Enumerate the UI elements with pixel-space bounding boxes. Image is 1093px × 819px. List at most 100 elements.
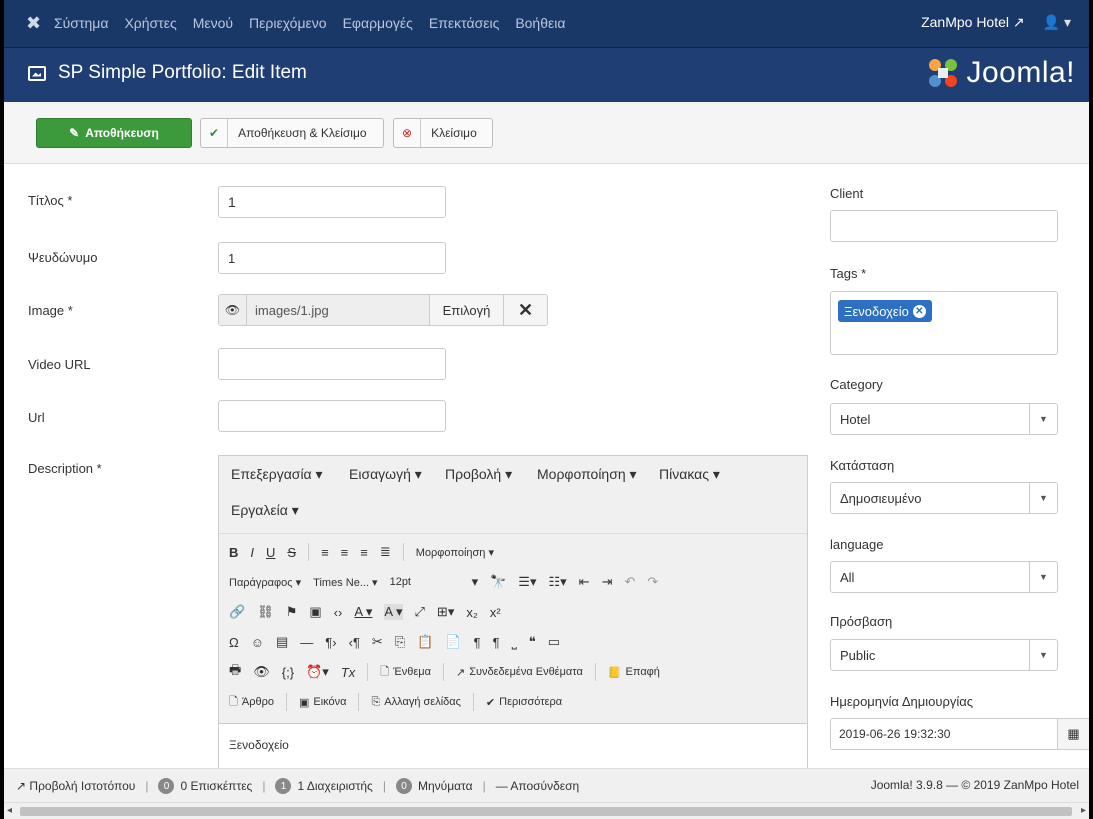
visitors-label[interactable]: 0 Επισκέπτες [180,779,252,793]
scroll-left-icon[interactable]: ◂ [7,805,12,816]
font-dropdown[interactable]: Times Ne... ▾ [313,576,377,589]
background-color-icon[interactable]: A ▾ [384,604,403,620]
module-button[interactable]: 🗋 Ένθεμα [380,663,431,682]
image-button[interactable]: ▣ Εικόνα [299,696,347,709]
align-right-icon[interactable]: ≡ [360,545,368,560]
tag-chip[interactable]: Ξενοδοχείο ✕ [838,300,932,322]
linked-items-button[interactable]: ↗ Συνδεδεμένα Ενθέματα [456,666,583,679]
numbered-list-icon[interactable]: ☷▾ [548,574,566,590]
template-icon[interactable]: ▭ [548,634,560,650]
messages-label[interactable]: Μηνύματα [418,779,473,793]
paste-text-icon[interactable]: 📄 [445,634,461,650]
align-justify-icon[interactable]: ≣ [380,544,391,560]
bullet-list-icon[interactable]: ☰▾ [518,574,536,590]
clear-icon[interactable]: ✕ [503,295,547,325]
redo-icon[interactable]: ↷ [647,574,658,590]
alias-input[interactable]: 1 [218,242,446,274]
insert-image-icon[interactable]: ▣ [309,604,321,620]
size-caret-icon[interactable]: ▾ [472,574,479,590]
category-select[interactable]: Hotel ▼ [830,403,1058,435]
ltr-icon[interactable]: ¶› [325,635,336,650]
user-icon[interactable]: 👤 ▾ [1043,14,1071,31]
superscript-icon[interactable]: x² [490,605,501,620]
fullscreen-icon[interactable]: ⤢ [415,604,425,620]
logout-link[interactable]: — Αποσύνδεση [496,779,580,793]
indent-icon[interactable]: ⇥ [602,574,613,590]
language-select[interactable]: All ▼ [830,561,1058,593]
menu-content[interactable]: Περιεχόμενο [249,15,327,31]
editor-menu-edit[interactable]: Επεξεργασία ▾ [231,466,323,483]
save-close-button[interactable]: ✔ Αποθήκευση & Κλείσιμο [200,118,384,148]
unlink-icon[interactable]: ⛓ [257,604,274,620]
text-color-icon[interactable]: A ▾ [354,604,372,620]
readmore-button[interactable]: ✔ Περισσότερα [486,696,562,709]
paste-icon[interactable]: 📋 [417,634,433,650]
menu-users[interactable]: Χρήστες [124,15,176,31]
preview-icon[interactable]: 👁 [253,664,270,680]
image-select-button[interactable]: Επιλογή [429,295,503,325]
find-replace-icon[interactable]: 🔭 [490,574,506,590]
media-icon[interactable]: ▤ [276,634,288,650]
menu-menus[interactable]: Μενού [193,15,233,31]
clear-format-icon[interactable]: Tx [341,665,355,680]
video-url-input[interactable] [218,348,446,380]
editor-menu-tools[interactable]: Εργαλεία ▾ [231,502,299,519]
visual-blocks-icon[interactable]: ¶ [493,635,500,650]
code-icon[interactable]: ‹› [334,605,343,620]
paragraph-dropdown[interactable]: Παράγραφος ▾ [229,576,301,589]
menu-system[interactable]: Σύστημα [54,15,108,31]
save-button[interactable]: ✎ Αποθήκευση [36,118,192,148]
editor-menu-format[interactable]: Μορφοποίηση ▾ [537,466,637,483]
italic-icon[interactable]: I [250,545,254,560]
bold-icon[interactable]: B [229,545,238,560]
horizontal-rule-icon[interactable]: — [300,635,313,650]
table-icon[interactable]: ⊞▾ [437,604,454,620]
copy-icon[interactable]: ⎘ [395,634,405,650]
preview-eye-icon[interactable]: 👁 [219,295,247,325]
title-input[interactable]: 1 [218,186,446,218]
emoticons-icon[interactable]: ☺ [251,635,264,650]
print-icon[interactable]: 🖶 [229,661,241,683]
rtl-icon[interactable]: ‹¶ [349,635,360,650]
pagebreak-button[interactable]: ⎘ Αλλαγή σελίδας [371,696,460,709]
anchor-icon[interactable]: ⚑ [286,604,298,620]
client-input[interactable] [830,210,1058,242]
outdent-icon[interactable]: ⇤ [579,574,590,590]
link-icon[interactable]: 🔗 [229,604,245,620]
admins-label[interactable]: 1 Διαχειριστής [297,779,372,793]
nonbreaking-icon[interactable]: ⎵ [512,634,517,650]
editor-menu-insert[interactable]: Εισαγωγή ▾ [349,466,422,483]
special-char-icon[interactable]: Ω [229,635,239,650]
remove-tag-icon[interactable]: ✕ [912,304,926,318]
undo-icon[interactable]: ↶ [624,574,635,590]
calendar-icon[interactable]: ▦ [1058,718,1089,750]
joomla-menu-icon[interactable]: ✖ [26,14,44,32]
view-site-link[interactable]: ↗ Προβολή Ιστοτόπου [16,779,135,793]
cut-icon[interactable]: ✂ [372,634,383,650]
blockquote-icon[interactable]: ❝ [529,634,536,650]
menu-help[interactable]: Βοήθεια [515,15,565,31]
editor-menu-view[interactable]: Προβολή ▾ [445,466,512,483]
scroll-right-icon[interactable]: ▸ [1081,805,1086,816]
menu-extensions[interactable]: Επεκτάσεις [429,15,499,31]
subscript-icon[interactable]: x₂ [466,605,478,620]
strikethrough-icon[interactable]: S [287,545,296,560]
visual-chars-icon[interactable]: ¶ [474,635,481,650]
code-sample-icon[interactable]: {;} [282,665,294,680]
contact-button[interactable]: 📒 Επαφή [608,666,660,679]
close-button[interactable]: ⊗ Κλείσιμο [393,118,493,148]
created-date-input[interactable]: 2019-06-26 19:32:30 [830,718,1058,750]
align-center-icon[interactable]: ≡ [341,545,349,560]
align-left-icon[interactable]: ≡ [321,545,329,560]
url-input[interactable] [218,400,446,432]
access-select[interactable]: Public ▼ [830,639,1058,671]
insert-datetime-icon[interactable]: ⏰▾ [306,664,329,680]
format-dropdown[interactable]: Μορφοποίηση ▾ [416,546,494,559]
menu-components[interactable]: Εφαρμογές [343,15,413,31]
tags-input[interactable]: Ξενοδοχείο ✕ [830,291,1058,355]
site-link[interactable]: ZanMpo Hotel ↗ [921,14,1025,31]
article-button[interactable]: 🗋 Άρθρο [229,693,274,712]
editor-menu-table[interactable]: Πίνακας ▾ [659,466,720,483]
font-size-dropdown[interactable]: 12pt [390,576,460,588]
horizontal-scrollbar[interactable]: ◂ ▸ [4,802,1089,819]
